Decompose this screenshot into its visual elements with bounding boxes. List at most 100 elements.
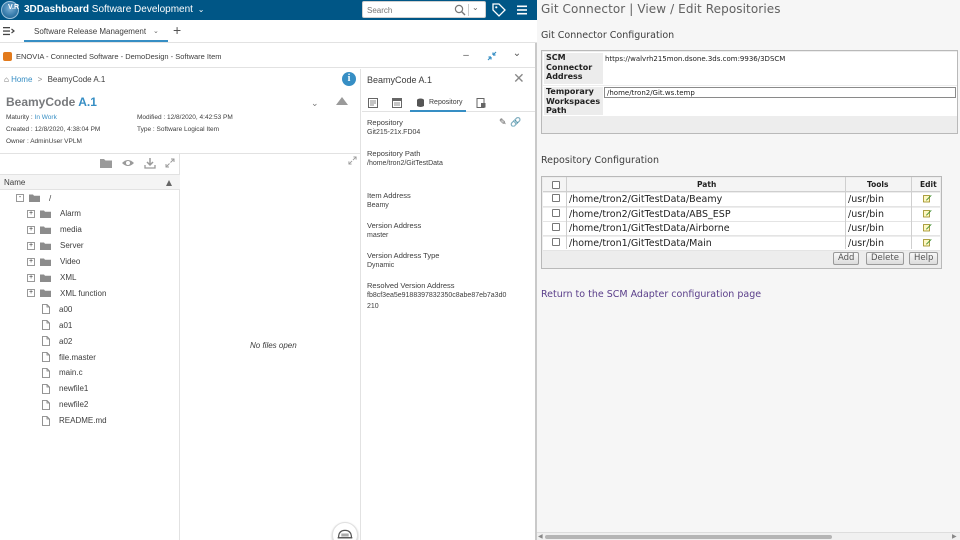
scroll-thumb[interactable] — [545, 535, 832, 539]
tab-label: Software Release Management — [34, 27, 147, 36]
info-icon[interactable]: i — [342, 72, 356, 86]
close-icon[interactable]: ✕ — [513, 70, 525, 87]
collapse-icon[interactable] — [486, 50, 498, 62]
tab-repository[interactable]: Repository — [410, 95, 466, 112]
repo-tools: /usr/bin — [848, 194, 884, 205]
tree-file-node[interactable]: newfile2 — [42, 398, 88, 412]
hamburger-menu-icon[interactable] — [516, 4, 528, 16]
tree-folder-node[interactable]: + XML — [27, 271, 76, 285]
scroll-right-icon[interactable]: ▶ — [952, 533, 957, 540]
edit-pencil-icon[interactable] — [923, 238, 932, 247]
repo-tools: /usr/bin — [848, 237, 884, 249]
repo-checkbox[interactable] — [552, 208, 560, 217]
expand-toggle-icon[interactable]: + — [27, 273, 35, 282]
repo-heading: Repository Configuration — [541, 155, 659, 166]
app-options-chevron-icon[interactable]: ⌄ — [511, 48, 523, 60]
tree-file-node[interactable]: file.master — [42, 350, 96, 364]
repo-tools: /usr/bin — [848, 223, 884, 234]
edit-column-header: Edit — [920, 180, 937, 189]
file-label: a01 — [59, 320, 73, 330]
object-revision: A.1 — [78, 95, 97, 109]
tree-file-node[interactable]: a02 — [42, 334, 72, 348]
eye-icon[interactable] — [121, 157, 135, 169]
repo-checkbox[interactable] — [552, 194, 560, 202]
edit-pencil-icon[interactable]: ✎ — [499, 117, 507, 128]
edit-pencil-icon[interactable] — [923, 194, 932, 203]
tree-file-node[interactable]: main.c — [42, 366, 83, 380]
select-all-checkbox[interactable] — [552, 181, 560, 189]
editor-expand-icon[interactable] — [348, 156, 357, 165]
details-title: BeamyCode A.1 — [367, 75, 433, 85]
search-scope-chevron-icon[interactable]: ⌄ — [472, 3, 479, 12]
folder-label: Video — [60, 257, 81, 267]
dashboard-title[interactable]: 3DDashboard Software Development ⌄ — [24, 4, 204, 15]
breadcrumb-current: BeamyCode A.1 — [47, 75, 106, 84]
tab-software-release-management[interactable]: Software Release Management ⌄ — [24, 22, 168, 42]
repo-checkbox[interactable] — [552, 237, 560, 246]
horizontal-scrollbar[interactable]: ◀ ▶ — [537, 532, 960, 540]
workspace-path-input[interactable] — [604, 87, 956, 98]
file-label: a02 — [59, 336, 73, 346]
type-value: Software Logical Item — [156, 126, 220, 133]
delete-button[interactable]: Delete — [866, 252, 904, 265]
sidebar-toggle-icon[interactable] — [3, 26, 15, 36]
tree-folder-node[interactable]: + XML function — [27, 286, 106, 300]
editor-panel: No files open — [181, 154, 361, 540]
home-icon[interactable]: ⌂ — [4, 75, 9, 84]
expand-toggle-icon[interactable]: + — [27, 241, 35, 250]
expand-toggle-icon[interactable]: + — [27, 257, 35, 266]
name-column-header[interactable]: Name — [0, 174, 180, 190]
edit-pencil-icon[interactable] — [923, 223, 932, 232]
repo-table-header: Path Tools Edit — [543, 178, 940, 192]
field-label: Repository Path — [367, 149, 421, 158]
tab-chevron-icon[interactable]: ⌄ — [153, 27, 159, 35]
search-icon[interactable] — [454, 4, 466, 16]
tree-folder-node[interactable]: + Alarm — [27, 207, 81, 221]
return-link[interactable]: Return to the SCM Adapter configuration … — [541, 289, 761, 300]
scroll-left-icon[interactable]: ◀ — [538, 533, 543, 540]
edit-pencil-icon[interactable] — [923, 209, 932, 218]
page-title: Git Connector | View / Edit Repositories — [541, 2, 781, 16]
app-header: ENOVIA - Connected Software - DemoDesign… — [0, 44, 535, 68]
helmet-icon[interactable] — [332, 522, 358, 540]
history-tab-icon[interactable] — [475, 97, 487, 109]
object-title: BeamyCode A.1 — [6, 95, 97, 109]
maturity-value[interactable]: In Work — [35, 114, 57, 121]
tree-file-node[interactable]: a00 — [42, 302, 72, 316]
tree-folder-node[interactable]: + media — [27, 223, 82, 237]
compass-icon[interactable]: V.R — [1, 1, 19, 19]
tree-file-node[interactable]: newfile1 — [42, 382, 88, 396]
repo-row: /home/tron2/GitTestData/Beamy/usr/bin — [543, 193, 940, 207]
tree-folder-node[interactable]: + Video — [27, 255, 80, 269]
chevron-down-icon[interactable]: ⌄ — [198, 5, 205, 14]
repo-checkbox[interactable] — [552, 223, 560, 231]
search-input[interactable] — [367, 4, 453, 16]
expand-toggle-icon[interactable]: + — [27, 209, 35, 218]
help-button[interactable]: Help — [909, 252, 939, 265]
relations-tab-icon[interactable] — [391, 97, 403, 109]
tag-icon[interactable] — [492, 3, 506, 17]
add-tab-icon[interactable]: + — [173, 22, 181, 38]
download-icon[interactable] — [143, 157, 157, 169]
folder-label: Server — [60, 241, 84, 251]
tab-bar: Software Release Management ⌄ + — [0, 20, 537, 43]
link-icon[interactable]: 🔗 — [510, 117, 521, 128]
open-folder-icon[interactable] — [99, 157, 113, 169]
collapse-header-icon[interactable] — [336, 97, 348, 105]
sort-ascending-icon[interactable] — [166, 180, 172, 186]
expand-toggle-icon[interactable]: + — [27, 289, 35, 298]
tree-folder-node[interactable]: + Server — [27, 239, 84, 253]
collapse-toggle-icon[interactable]: - — [16, 194, 24, 202]
properties-tab-icon[interactable] — [367, 97, 379, 109]
details-tabs: Repository — [362, 95, 535, 112]
add-button[interactable]: Add — [833, 252, 860, 265]
tree-file-node[interactable]: a01 — [42, 318, 72, 332]
file-icon — [42, 399, 50, 410]
header-chevron-down-icon[interactable]: ⌄ — [311, 98, 319, 109]
tree-root-node[interactable]: - / — [16, 191, 51, 205]
expand-toggle-icon[interactable]: + — [27, 225, 35, 234]
expand-icon[interactable] — [165, 157, 175, 169]
minimize-icon[interactable]: – — [460, 50, 472, 62]
breadcrumb-home[interactable]: Home — [11, 75, 32, 84]
tree-file-node[interactable]: README.md — [42, 414, 107, 428]
